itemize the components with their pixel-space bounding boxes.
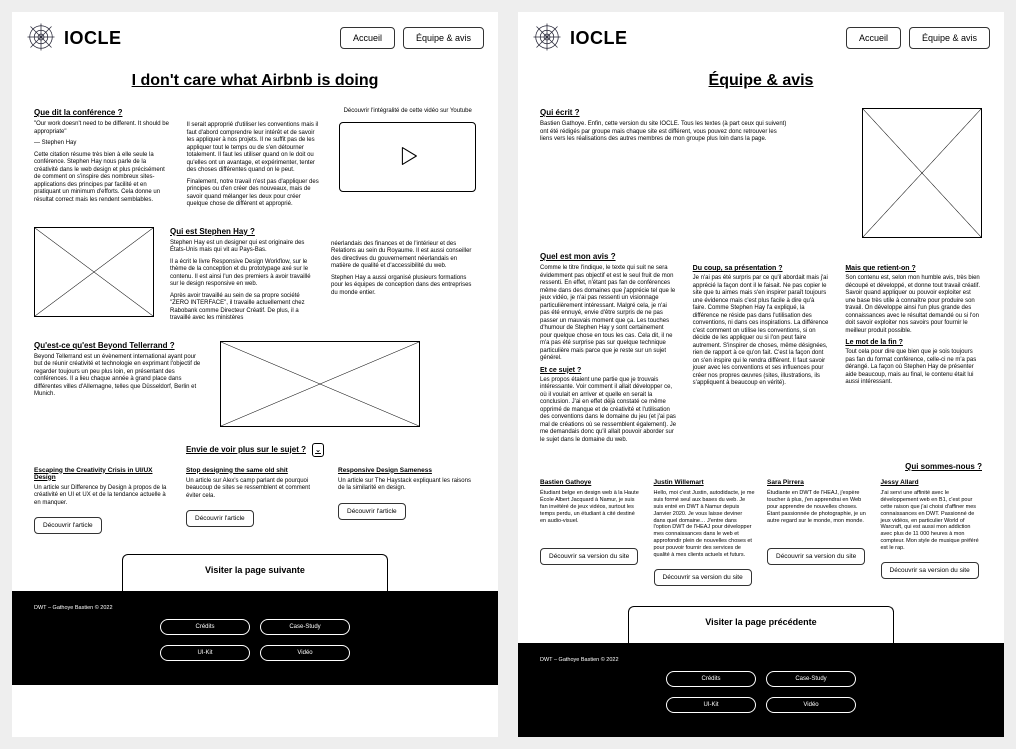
member-desc: Hello, moi c'est Justin, autodidacte, je… — [654, 490, 756, 559]
paragraph: Stephen Hay est un designer qui est orig… — [170, 240, 315, 255]
copyright: DWT – Gathoye Bastien © 2022 — [34, 605, 476, 611]
paragraph: Son contenu est, selon mon humble avis, … — [845, 275, 982, 335]
brand-name: IOCLE — [64, 28, 122, 49]
discover-version-button[interactable]: Découvrir sa version du site — [540, 548, 638, 565]
subsection-heading: Le mot de la fin ? — [845, 339, 982, 346]
article-title: Escaping the Creativity Crisis in UI/UX … — [34, 467, 172, 481]
related-articles: Escaping the Creativity Crisis in UI/UX … — [34, 467, 476, 535]
section-heading: Que dit la conférence ? — [34, 108, 171, 117]
nav-home[interactable]: Accueil — [846, 27, 901, 49]
section-heading: Qu'est-ce qu'est Beyond Tellerrand ? — [34, 341, 204, 350]
scroll-down-icon: ⌄ — [312, 443, 324, 457]
paragraph: Cette citation résume très bien à elle s… — [34, 152, 171, 205]
discover-article-button[interactable]: Découvrir l'article — [186, 510, 254, 527]
article-card: Stop designing the same old shit Un arti… — [186, 467, 324, 535]
subsection-heading: Du coup, sa présentation ? — [693, 265, 830, 272]
member-name: Bastien Gathoye — [540, 479, 642, 486]
more-heading: Envie de voir plus sur le sujet ? ⌄ — [34, 443, 476, 457]
team-card: Sara Pirrera Étudiante en DWT de l'HEAJ,… — [767, 479, 869, 586]
prev-page-button[interactable]: Visiter la page précédente — [628, 606, 893, 643]
section-heading: Qui sommes-nous ? — [540, 462, 982, 471]
team-card: Bastien Gathoye Étudiant belge en design… — [540, 479, 642, 586]
paragraph: Bastien Gathoye. Enfin, cette version du… — [540, 121, 790, 144]
footer-link-uikit[interactable]: UI-Kit — [160, 645, 250, 661]
paragraph: Beyond Tellerrand est un évènement inter… — [34, 354, 204, 399]
paragraph: Il serait approprié d'utiliser les conve… — [187, 122, 324, 175]
spiderweb-icon — [26, 22, 56, 54]
footer-link-case[interactable]: Case-Study — [766, 671, 856, 687]
video-thumbnail[interactable] — [339, 122, 476, 192]
subsection-heading: Et ce sujet ? — [540, 367, 677, 374]
discover-version-button[interactable]: Découvrir sa version du site — [881, 562, 979, 579]
play-icon — [394, 142, 422, 172]
image-placeholder — [220, 341, 420, 427]
paragraph: Après avoir travaillé au sein de sa prop… — [170, 293, 315, 323]
paragraph: néerlandais des finances et de l'intérie… — [331, 241, 476, 271]
footer-link-credits[interactable]: Crédits — [160, 619, 250, 635]
next-page-button[interactable]: Visiter la page suivante — [122, 554, 387, 591]
paragraph: Tout cela pour dire que bien que je sois… — [845, 349, 982, 387]
nav: Accueil Équipe & avis — [340, 27, 484, 49]
team-card: Jessy Allard J'ai servi une affinité ave… — [881, 479, 983, 586]
paragraph: Je n'ai pas été surpris par ce qu'il abo… — [693, 275, 830, 388]
discover-version-button[interactable]: Découvrir sa version du site — [767, 548, 865, 565]
nav: Accueil Équipe & avis — [846, 27, 990, 49]
team-card: Justin Willemart Hello, moi c'est Justin… — [654, 479, 756, 586]
header: IOCLE Accueil Équipe & avis — [12, 12, 498, 64]
paragraph: Les propos étaient une partie que je tro… — [540, 377, 677, 445]
article-title: Responsive Design Sameness — [338, 467, 476, 474]
discover-article-button[interactable]: Découvrir l'article — [34, 517, 102, 534]
article-desc: Un article sur The Haystack expliquant l… — [338, 478, 476, 493]
section-heading: Qui écrit ? — [540, 108, 790, 117]
brand: IOCLE — [532, 22, 628, 54]
footer: DWT – Gathoye Bastien © 2022 Crédits Cas… — [518, 643, 1004, 737]
footer-link-credits[interactable]: Crédits — [666, 671, 756, 687]
footer-link-video[interactable]: Vidéo — [766, 697, 856, 713]
nav-team[interactable]: Équipe & avis — [909, 27, 990, 49]
article-title: Stop designing the same old shit — [186, 467, 324, 474]
nav-home[interactable]: Accueil — [340, 27, 395, 49]
team-members: Bastien Gathoye Étudiant belge en design… — [540, 479, 982, 586]
quote: "Our work doesn't need to be different. … — [34, 121, 171, 136]
member-name: Jessy Allard — [881, 479, 983, 486]
paragraph: Stephen Hay a aussi organisé plusieurs f… — [331, 275, 476, 298]
article-desc: Un article sur Alex's camp parlant de po… — [186, 478, 324, 501]
image-placeholder — [34, 227, 154, 317]
section-heading: Quel est mon avis ? — [540, 252, 982, 261]
member-desc: Étudiante en DWT de l'HEAJ, j'espère tou… — [767, 490, 869, 538]
page-title: I don't care what Airbnb is doing — [12, 72, 498, 90]
copyright: DWT – Gathoye Bastien © 2022 — [540, 657, 982, 663]
footer-link-video[interactable]: Vidéo — [260, 645, 350, 661]
member-desc: Étudiant belge en design web à la Haute … — [540, 490, 642, 538]
section-heading: Qui est Stephen Hay ? — [170, 227, 315, 236]
page-title: Équipe & avis — [518, 72, 1004, 90]
paragraph: Comme le titre l'indique, le texte qui s… — [540, 265, 677, 363]
brand: IOCLE — [26, 22, 122, 54]
article-card: Escaping the Creativity Crisis in UI/UX … — [34, 467, 172, 535]
member-name: Sara Pirrera — [767, 479, 869, 486]
brand-name: IOCLE — [570, 28, 628, 49]
spiderweb-icon — [532, 22, 562, 54]
discover-version-button[interactable]: Découvrir sa version du site — [654, 569, 752, 586]
video-caption: Découvrir l'intégralité de cette vidéo s… — [339, 108, 476, 116]
footer-link-case[interactable]: Case-Study — [260, 619, 350, 635]
discover-article-button[interactable]: Découvrir l'article — [338, 503, 406, 520]
quote-author: — Stephen Hay — [34, 140, 171, 148]
member-desc: J'ai servi une affinité avec le développ… — [881, 490, 983, 552]
paragraph: Finalement, notre travail n'est pas d'ap… — [187, 179, 324, 209]
subsection-heading: Mais que retient-on ? — [845, 265, 982, 272]
footer: DWT – Gathoye Bastien © 2022 Crédits Cas… — [12, 591, 498, 685]
header: IOCLE Accueil Équipe & avis — [518, 12, 1004, 64]
page-article: IOCLE Accueil Équipe & avis I don't care… — [12, 12, 498, 737]
paragraph: Il a écrit le livre Responsive Design Wo… — [170, 259, 315, 289]
article-desc: Un article sur Difference by Design à pr… — [34, 485, 172, 508]
page-team: IOCLE Accueil Équipe & avis Équipe & avi… — [518, 12, 1004, 737]
image-placeholder — [862, 108, 982, 238]
article-card: Responsive Design Sameness Un article su… — [338, 467, 476, 535]
nav-team[interactable]: Équipe & avis — [403, 27, 484, 49]
footer-link-uikit[interactable]: UI-Kit — [666, 697, 756, 713]
member-name: Justin Willemart — [654, 479, 756, 486]
